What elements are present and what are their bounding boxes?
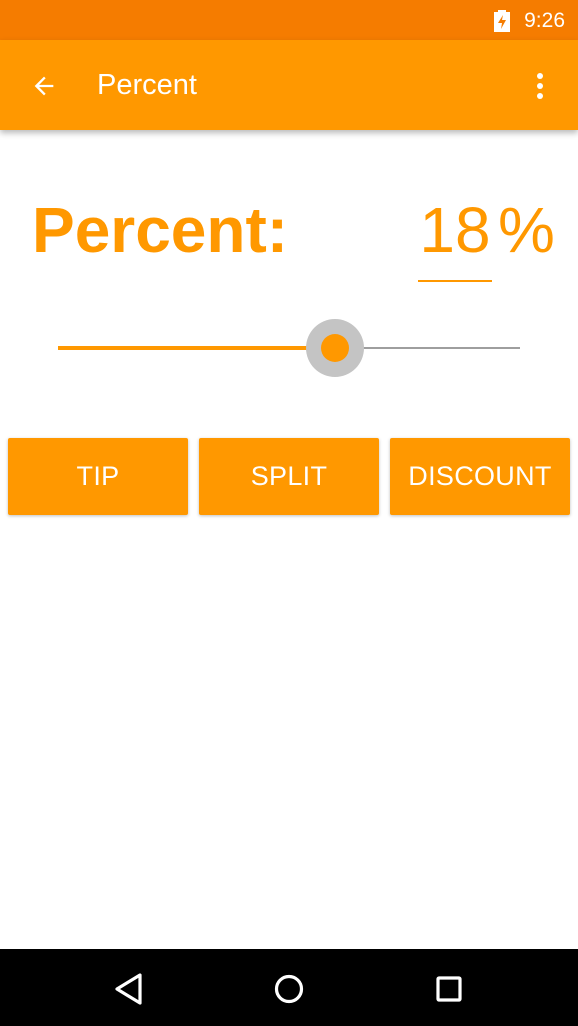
- tip-button[interactable]: TIP: [8, 438, 188, 515]
- arrow-back-icon: [34, 76, 54, 96]
- overflow-menu-button[interactable]: [518, 62, 562, 110]
- navigation-bar: [0, 949, 578, 1026]
- percent-input-underline: [418, 280, 492, 282]
- slider-fill: [58, 346, 336, 350]
- split-button[interactable]: SPLIT: [199, 438, 379, 515]
- status-time: 9:26: [524, 9, 565, 32]
- nav-back-button[interactable]: [106, 967, 150, 1011]
- nav-recents-square-icon: [436, 976, 462, 1002]
- more-vert-icon: [537, 73, 543, 99]
- nav-home-circle-icon: [274, 974, 304, 1004]
- discount-button[interactable]: DISCOUNT: [390, 438, 570, 515]
- battery-charging-icon: [494, 10, 510, 32]
- status-bar: 9:26: [0, 0, 578, 40]
- nav-recents-button[interactable]: [427, 967, 471, 1011]
- back-button[interactable]: [20, 62, 68, 110]
- nav-back-triangle-icon: [115, 973, 142, 1005]
- percent-sign: %: [498, 194, 555, 266]
- slider-thumb[interactable]: [321, 334, 350, 362]
- nav-home-button[interactable]: [267, 967, 311, 1011]
- percent-slider[interactable]: [58, 318, 520, 378]
- percent-value[interactable]: 18: [418, 192, 492, 268]
- screen: 9:26 Percent Percent: 18 % TIP SPLIT DIS…: [0, 0, 578, 1026]
- percent-label: Percent:: [32, 194, 289, 266]
- percent-input[interactable]: 18: [418, 192, 492, 282]
- app-bar: Percent: [0, 40, 578, 130]
- page-title: Percent: [97, 69, 197, 101]
